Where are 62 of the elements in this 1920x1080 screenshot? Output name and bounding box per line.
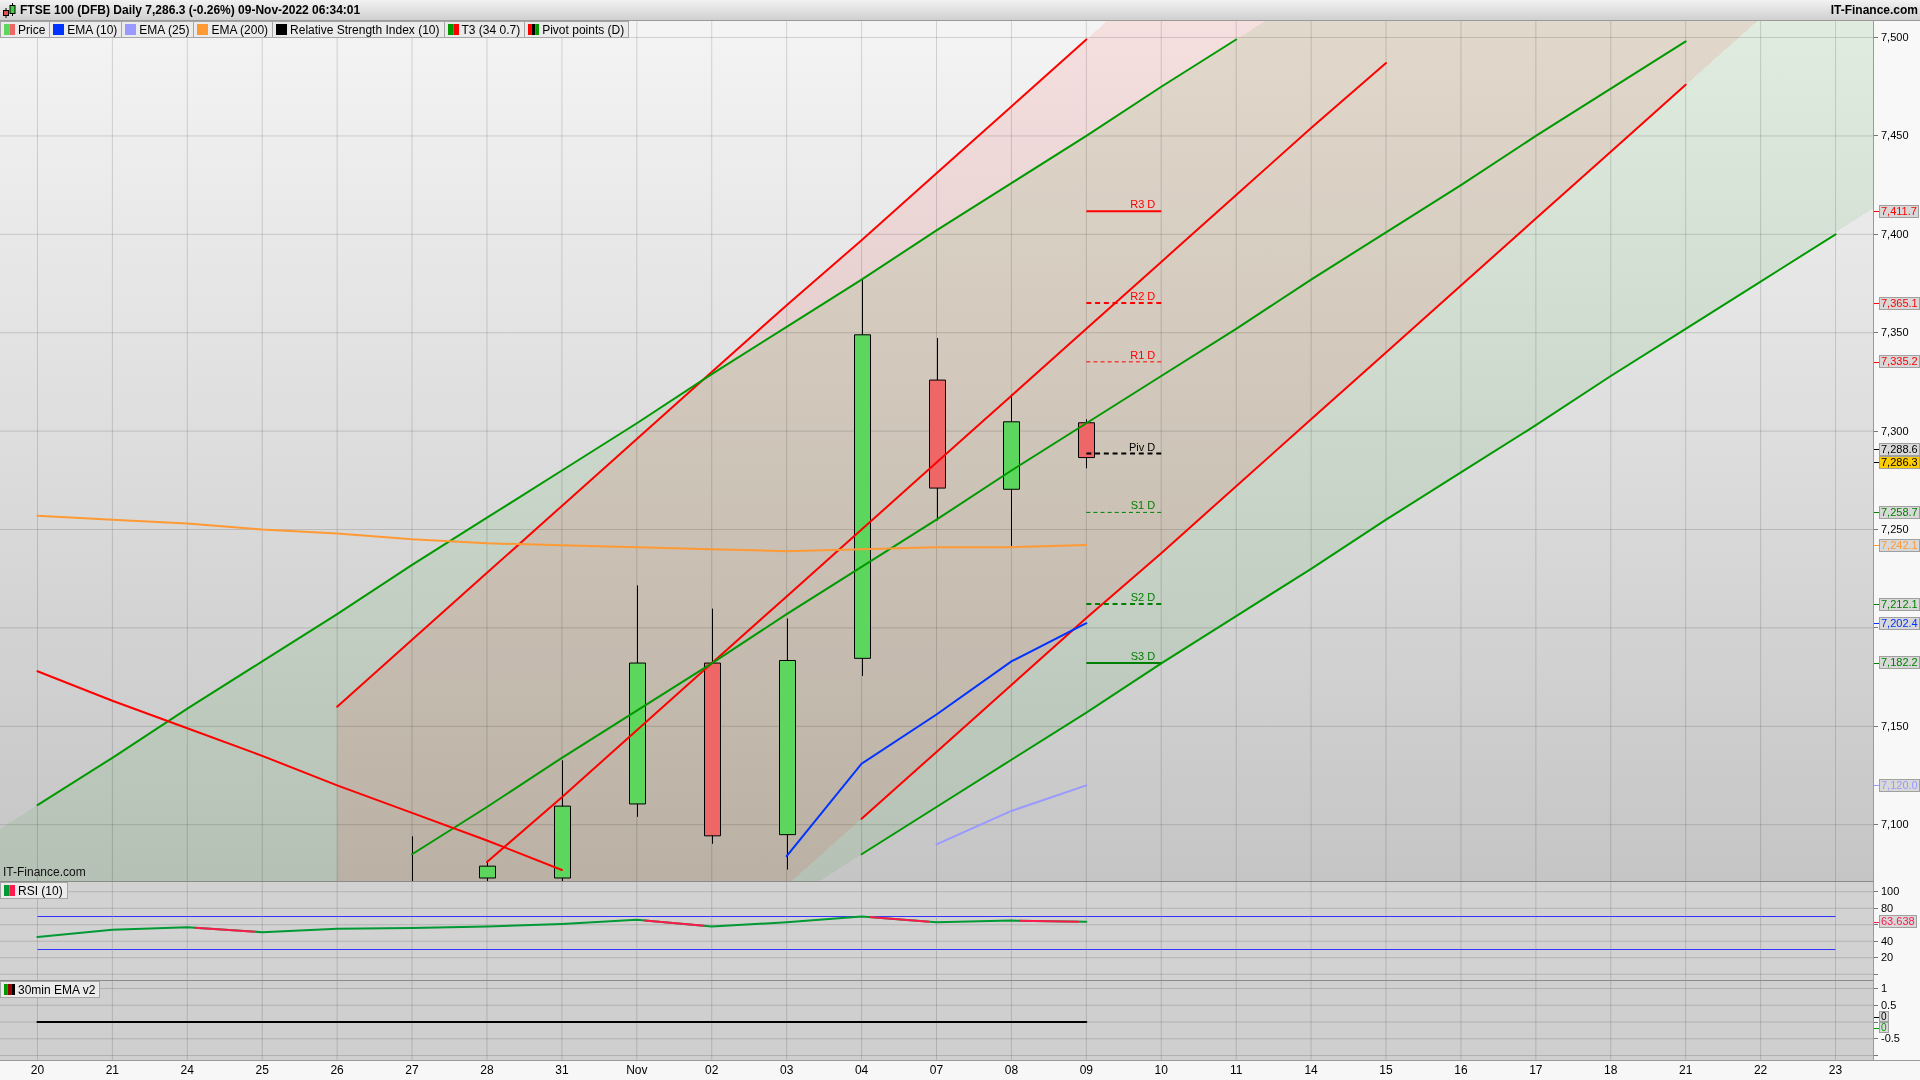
axis-marker: 7,182.2 — [1879, 656, 1920, 670]
date-label: 08 — [1004, 1063, 1019, 1077]
axis-marker: 7,335.2 — [1879, 355, 1920, 369]
axis-marker: 7,212.1 — [1879, 597, 1920, 611]
axis-tick-label: 7,150 — [1881, 720, 1909, 732]
pivot-label: R2 D — [1130, 290, 1156, 302]
date-label: 17 — [1529, 1063, 1543, 1077]
axis-marker: 7,258.7 — [1879, 505, 1920, 519]
site-name: IT-Finance.com — [1830, 3, 1918, 17]
chart-title: FTSE 100 (DFB) Daily 7,286.3 (-0.26%) 09-Nov-2022 06:34:01 — [20, 3, 361, 17]
date-label: 25 — [255, 1063, 269, 1077]
pivot-label: Piv D — [1129, 440, 1156, 453]
axis-tick-label: 7,300 — [1881, 425, 1909, 437]
axis-tick-label: 100 — [1881, 886, 1900, 898]
date-label: 18 — [1604, 1063, 1618, 1077]
date-label: 10 — [1154, 1063, 1168, 1077]
axis-tick-label: 1 — [1881, 983, 1888, 994]
pivot-label: S1 D — [1130, 499, 1156, 512]
date-label: 31 — [555, 1063, 569, 1077]
date-label: 09 — [1079, 1063, 1093, 1077]
axis-tick-label: 20 — [1881, 952, 1894, 964]
pivot-label: R1 D — [1130, 348, 1156, 361]
axis-tick-label: 7,250 — [1881, 524, 1909, 535]
axis-marker: 7,288.6 — [1879, 442, 1920, 456]
axis-tick-label: 7,450 — [1881, 130, 1909, 142]
axis-marker: 63.638 — [1879, 915, 1917, 929]
pivot-label: S2 D — [1130, 591, 1156, 604]
date-label: 27 — [405, 1063, 419, 1077]
pivot-label: R3 D — [1130, 198, 1156, 211]
date-label: 15 — [1379, 1063, 1393, 1077]
date-label: 24 — [180, 1063, 194, 1077]
date-label: Nov — [626, 1063, 648, 1077]
date-label: 07 — [929, 1063, 944, 1077]
date-label: 23 — [1828, 1063, 1843, 1077]
axis-marker: 7,120.0 — [1879, 778, 1920, 792]
date-label: 22 — [1753, 1063, 1768, 1077]
axis-marker: 7,411.7 — [1879, 204, 1919, 218]
axis-tick-label: 0.5 — [1881, 999, 1897, 1011]
date-label: 11 — [1229, 1063, 1243, 1077]
axis-tick-label: 7,500 — [1881, 32, 1909, 43]
date-label: 04 — [854, 1063, 869, 1077]
date-label: 21 — [1679, 1063, 1693, 1077]
chart-credit: IT-Finance.com — [3, 866, 86, 879]
axis-marker: 0 — [1879, 1022, 1889, 1033]
axis-marker: 7,365.1 — [1879, 296, 1920, 310]
date-label: 02 — [705, 1063, 719, 1077]
axis-tick-label: 7,350 — [1881, 327, 1909, 339]
date-label: 28 — [480, 1063, 494, 1077]
date-label: 03 — [780, 1063, 794, 1077]
date-label: 21 — [105, 1063, 120, 1077]
axis-tick-label: 7,400 — [1881, 228, 1909, 240]
date-label: 14 — [1304, 1063, 1318, 1077]
pivot-label: S3 D — [1130, 649, 1156, 662]
axis-tick-label: 80 — [1881, 902, 1894, 914]
date-label: 26 — [330, 1063, 344, 1077]
axis-tick-label: 7,100 — [1881, 819, 1909, 831]
axis-marker: 7,242.1 — [1879, 538, 1920, 552]
date-label: 20 — [30, 1063, 45, 1077]
axis-tick-label: 40 — [1881, 935, 1894, 947]
axis-marker: 7,202.4 — [1879, 616, 1920, 630]
date-label: 16 — [1454, 1063, 1468, 1077]
axis-tick-label: -0.5 — [1881, 1033, 1900, 1045]
